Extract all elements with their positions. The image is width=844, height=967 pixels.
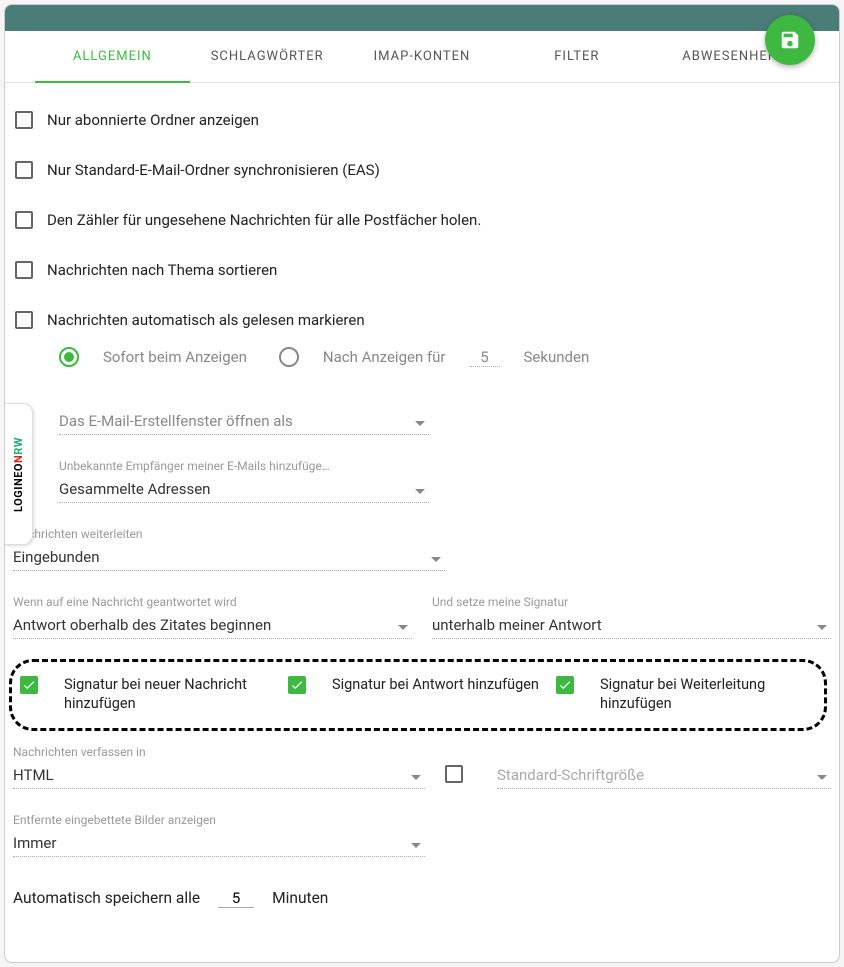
- radio-immediate-label: Sofort beim Anzeigen: [103, 348, 247, 366]
- subscribed-checkbox[interactable]: [15, 111, 33, 129]
- chevron-down-icon: [817, 625, 827, 630]
- sigplace-value: unterhalb meiner Antwort: [432, 616, 602, 634]
- remote-img-label: Entfernte eingebettete Bilder anzeigen: [13, 813, 831, 827]
- sig-reply-label: Signatur bei Antwort hinzufügen: [332, 676, 539, 695]
- chevron-down-icon: [817, 775, 827, 780]
- chevron-down-icon: [411, 843, 421, 848]
- standard-checkbox[interactable]: [15, 161, 33, 179]
- autosave-label: Automatisch speichern alle: [13, 889, 200, 907]
- reply-select[interactable]: Antwort oberhalb des Zitates beginnen: [13, 611, 412, 639]
- compose-format-row: Nachrichten verfassen in HTML Standard-S…: [13, 745, 831, 789]
- logineo-logo-text: LOGINEONRW: [12, 437, 25, 512]
- chevron-down-icon: [415, 489, 425, 494]
- option-autoread-row: Nachrichten automatisch als gelesen mark…: [13, 311, 831, 329]
- remote-img-value: Immer: [13, 834, 56, 852]
- option-subscribed-row: Nur abonnierte Ordner anzeigen: [13, 111, 831, 129]
- autoread-radio-group: Sofort beim Anzeigen Nach Anzeigen für S…: [59, 347, 831, 367]
- chevron-down-icon: [411, 775, 421, 780]
- autosave-input[interactable]: [218, 889, 254, 908]
- compose-fmt-label: Nachrichten verfassen in: [13, 745, 425, 759]
- sig-fwd-checkbox[interactable]: [556, 676, 574, 694]
- content-area: Nur abonnierte Ordner anzeigen Nur Stand…: [5, 83, 839, 916]
- forward-value: Eingebunden: [13, 548, 100, 566]
- compose-open-group: Das E-Mail-Erstellfenster öffnen als: [59, 407, 831, 435]
- radio-immediate[interactable]: [59, 347, 79, 367]
- save-fab-button[interactable]: [765, 15, 815, 65]
- tab-filter[interactable]: FILTER: [499, 31, 654, 82]
- remote-img-group: Entfernte eingebettete Bilder anzeigen I…: [13, 813, 831, 857]
- unknown-recip-label: Unbekannte Empfänger meiner E-Mails hinz…: [59, 459, 831, 473]
- sigplace-col: Und setze meine Signatur unterhalb meine…: [432, 595, 831, 639]
- chevron-down-icon: [431, 557, 441, 562]
- forward-select[interactable]: Eingebunden: [13, 543, 445, 571]
- radio-after[interactable]: [279, 347, 299, 367]
- compose-fmt-group: Nachrichten verfassen in HTML: [13, 745, 425, 789]
- seconds-input[interactable]: [470, 348, 500, 367]
- settings-panel: ALLGEMEIN SCHLAGWÖRTER IMAP-KONTEN FILTE…: [4, 4, 840, 963]
- radio-after-label: Nach Anzeigen für: [323, 348, 446, 366]
- subscribed-label: Nur abonnierte Ordner anzeigen: [47, 111, 259, 129]
- autosave-unit: Minuten: [272, 889, 328, 907]
- unknown-recip-value: Gesammelte Adressen: [59, 480, 210, 498]
- chevron-down-icon: [415, 421, 425, 426]
- fontsize-checkbox[interactable]: [445, 765, 463, 783]
- unknown-recip-group: Unbekannte Empfänger meiner E-Mails hinz…: [59, 459, 831, 503]
- option-thread-row: Nachrichten nach Thema sortieren: [13, 261, 831, 279]
- tab-bar: ALLGEMEIN SCHLAGWÖRTER IMAP-KONTEN FILTE…: [5, 31, 839, 83]
- forward-group: Nachrichten weiterleiten Eingebunden: [13, 527, 831, 571]
- sig-fwd-item: Signatur bei Weiterleitung hinzufügen: [556, 676, 816, 714]
- compose-open-select[interactable]: Das E-Mail-Erstellfenster öffnen als: [59, 407, 429, 435]
- sig-new-checkbox[interactable]: [20, 676, 38, 694]
- reply-signature-columns: Wenn auf eine Nachricht geantwortet wird…: [13, 595, 831, 639]
- sig-new-label: Signatur bei neuer Nachricht hinzufügen: [64, 676, 280, 714]
- forward-label: Nachrichten weiterleiten: [13, 527, 831, 541]
- autosave-row: Automatisch speichern alle Minuten: [13, 889, 831, 908]
- fontsize-select[interactable]: Standard-Schriftgröße: [497, 761, 831, 789]
- autoread-label: Nachrichten automatisch als gelesen mark…: [47, 311, 365, 329]
- counter-checkbox[interactable]: [15, 211, 33, 229]
- reply-col: Wenn auf eine Nachricht geantwortet wird…: [13, 595, 412, 639]
- standard-label: Nur Standard-E-Mail-Ordner synchronisier…: [47, 161, 380, 179]
- sig-reply-checkbox[interactable]: [288, 676, 306, 694]
- reply-value: Antwort oberhalb des Zitates beginnen: [13, 616, 271, 634]
- reply-label: Wenn auf eine Nachricht geantwortet wird: [13, 595, 412, 609]
- compose-fmt-select[interactable]: HTML: [13, 761, 425, 789]
- sig-fwd-label: Signatur bei Weiterleitung hinzufügen: [600, 676, 816, 714]
- sigplace-select[interactable]: unterhalb meiner Antwort: [432, 611, 831, 639]
- counter-label: Den Zähler für ungesehene Nachrichten fü…: [47, 211, 481, 229]
- sig-new-item: Signatur bei neuer Nachricht hinzufügen: [20, 676, 280, 714]
- tab-allgemein[interactable]: ALLGEMEIN: [35, 31, 190, 82]
- thread-label: Nachrichten nach Thema sortieren: [47, 261, 277, 279]
- logineo-side-tab[interactable]: LOGINEONRW: [5, 403, 33, 545]
- sigplace-label: Und setze meine Signatur: [432, 595, 831, 609]
- tab-schlagwoerter[interactable]: SCHLAGWÖRTER: [190, 31, 345, 82]
- compose-fmt-value: HTML: [13, 766, 54, 784]
- option-standard-row: Nur Standard-E-Mail-Ordner synchronisier…: [13, 161, 831, 179]
- compose-open-placeholder: Das E-Mail-Erstellfenster öffnen als: [59, 412, 293, 430]
- signature-highlight-box: Signatur bei neuer Nachricht hinzufügen …: [9, 659, 827, 731]
- option-counter-row: Den Zähler für ungesehene Nachrichten fü…: [13, 211, 831, 229]
- seconds-unit: Sekunden: [524, 348, 590, 366]
- fontsize-placeholder: Standard-Schriftgröße: [497, 766, 644, 784]
- thread-checkbox[interactable]: [15, 261, 33, 279]
- tab-imap-konten[interactable]: IMAP-KONTEN: [345, 31, 500, 82]
- chevron-down-icon: [398, 625, 408, 630]
- autoread-checkbox[interactable]: [15, 311, 33, 329]
- save-icon: [779, 29, 801, 51]
- unknown-recip-select[interactable]: Gesammelte Adressen: [59, 475, 429, 503]
- remote-img-select[interactable]: Immer: [13, 829, 425, 857]
- sig-reply-item: Signatur bei Antwort hinzufügen: [288, 676, 548, 714]
- panel-header: [5, 5, 839, 31]
